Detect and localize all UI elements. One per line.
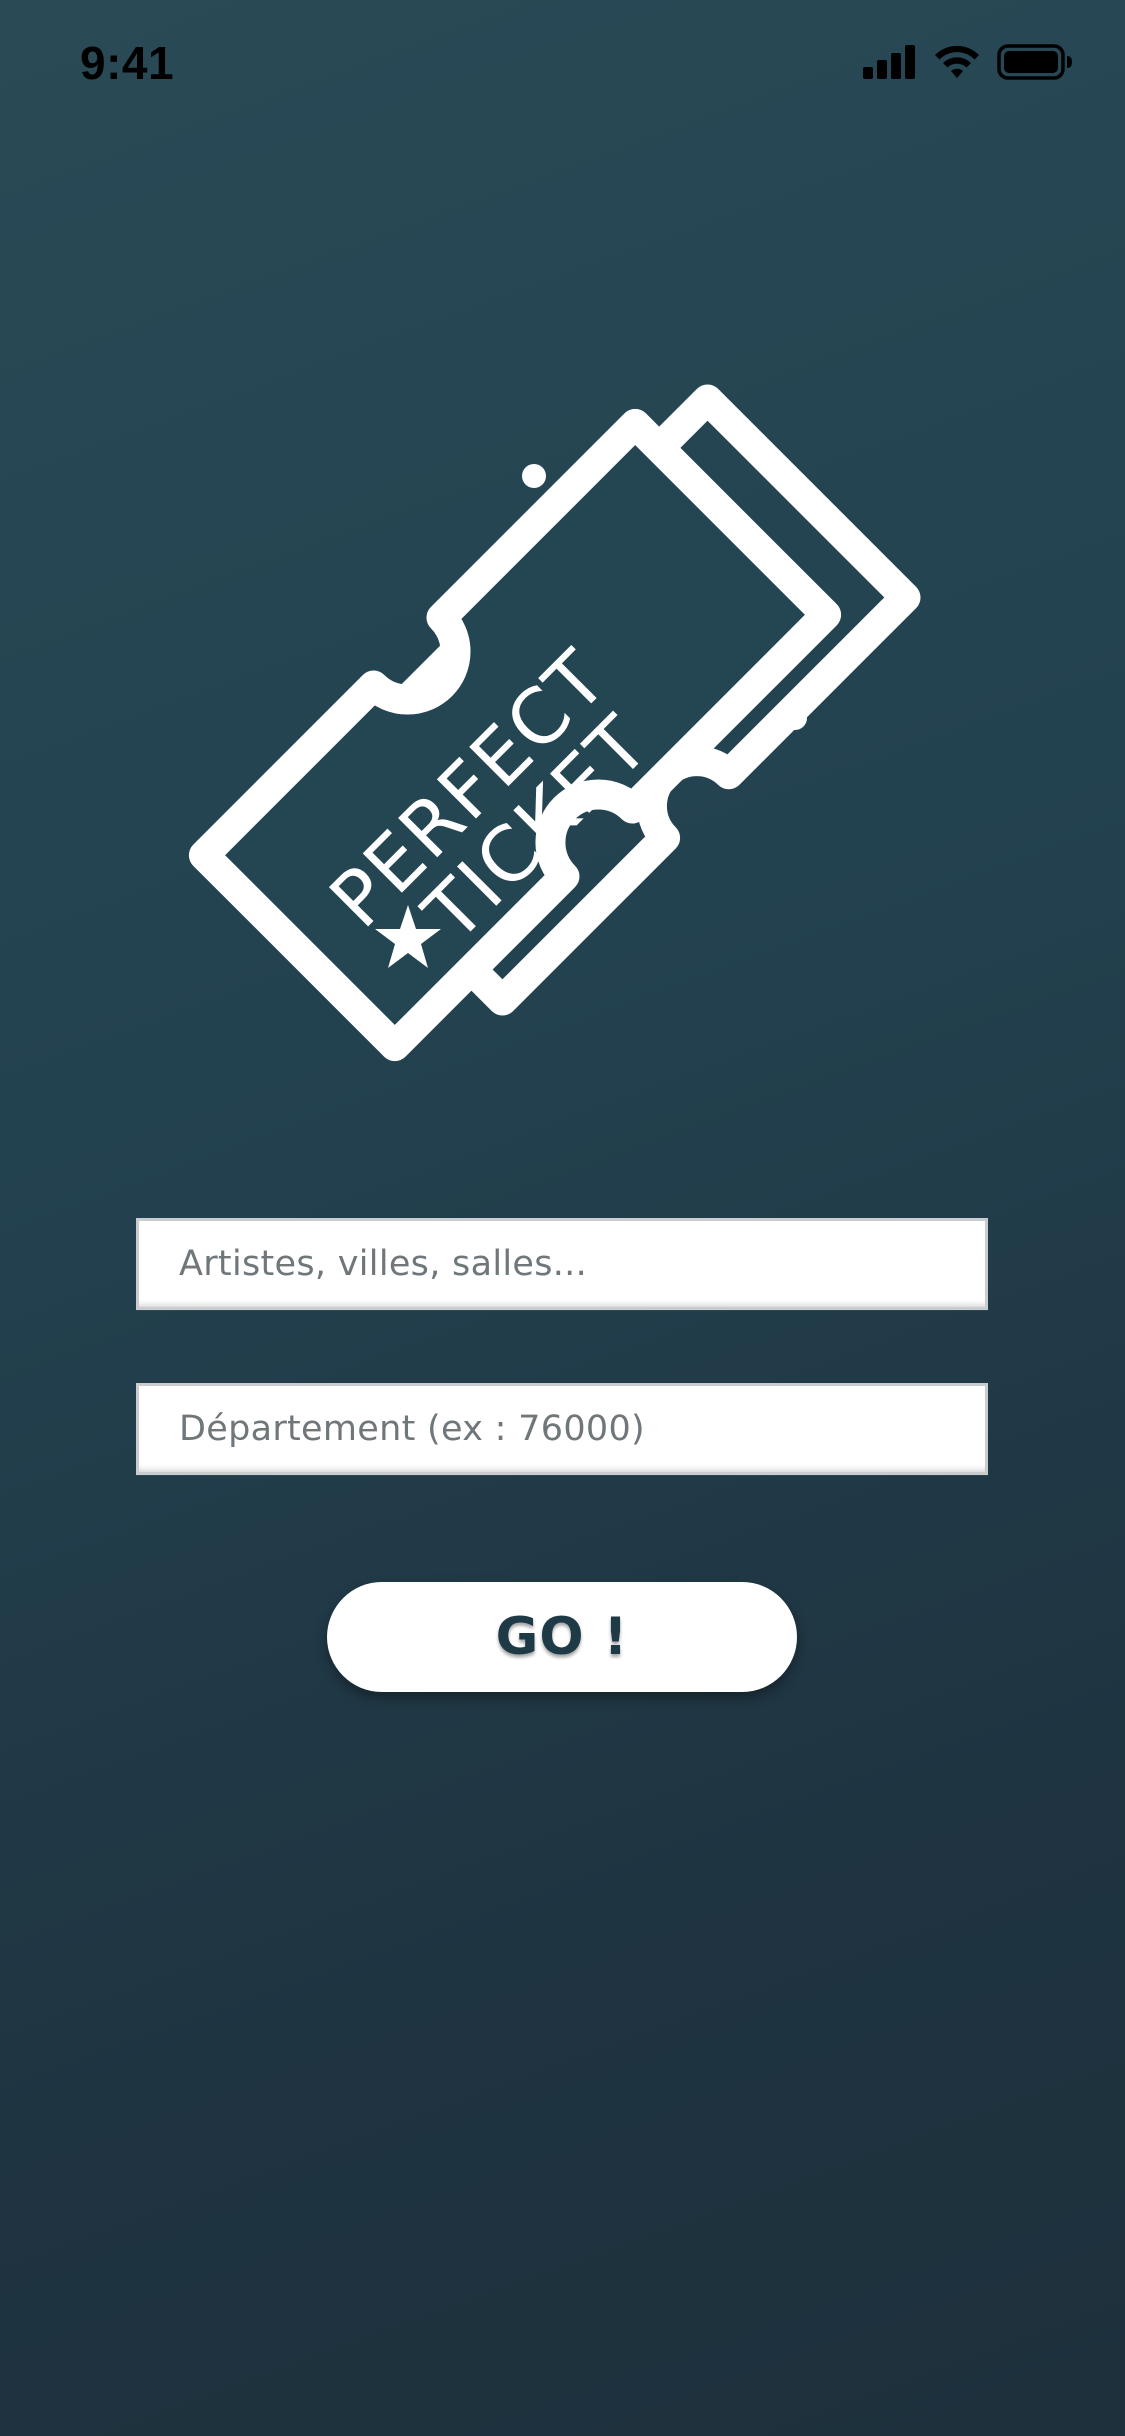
status-bar: 9:41 (0, 0, 1125, 130)
go-button[interactable]: GO ! (327, 1582, 797, 1692)
cellular-signal-icon (863, 45, 915, 79)
search-placeholder: Artistes, villes, salles... (179, 1244, 588, 1284)
status-icons (863, 44, 1073, 80)
battery-icon (997, 44, 1072, 80)
status-time: 9:41 (80, 37, 175, 89)
department-placeholder: Département (ex : 76000) (179, 1409, 645, 1449)
go-button-label: GO ! (495, 1607, 629, 1667)
department-input[interactable]: Département (ex : 76000) (136, 1383, 988, 1475)
wifi-icon (935, 45, 979, 78)
ticket-logo-icon: PERFECT TICKET (188, 384, 921, 1062)
search-input[interactable]: Artistes, villes, salles... (136, 1218, 988, 1310)
